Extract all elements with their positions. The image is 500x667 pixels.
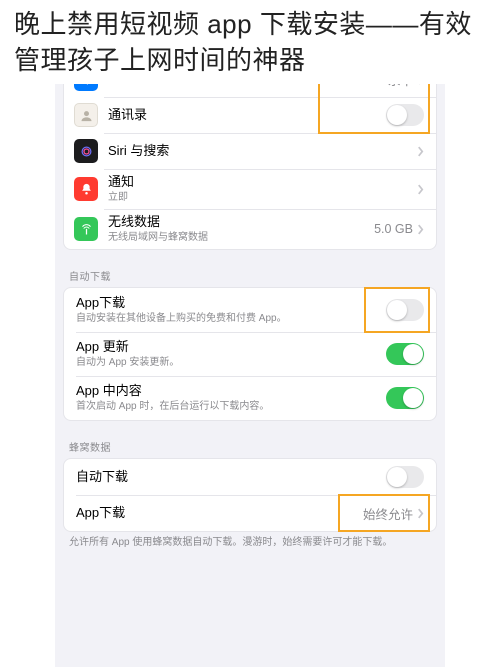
ios-settings-screenshot: 设置 App Store 允许 APP STORE 访问 位置 永不 通讯录 S…	[55, 0, 445, 667]
row-app-inapp[interactable]: App 中内容 首次启动 App 时，在后台运行以下载内容。	[64, 376, 436, 420]
section-footer-cellular: 允许所有 App 使用蜂窝数据自动下载。漫游时，始终需要许可才能下载。	[55, 532, 445, 558]
row-contacts-label: 通讯录	[108, 107, 386, 123]
row-cell-appdl-label: App下载	[76, 505, 363, 521]
row-notifications-label: 通知	[108, 174, 417, 190]
chevron-right-icon	[417, 508, 424, 519]
row-app-download-label: App下载	[76, 295, 386, 311]
row-app-update-label: App 更新	[76, 339, 386, 355]
row-cell-auto-label: 自动下载	[76, 469, 386, 485]
group-access: 位置 永不 通讯录 Siri 与搜索 通知 立即	[63, 61, 437, 250]
row-notifications-sub: 立即	[108, 191, 417, 204]
app-download-switch[interactable]	[386, 299, 424, 321]
row-app-update-sub: 自动为 App 安装更新。	[76, 356, 386, 369]
row-cellular-value: 5.0 GB	[374, 222, 413, 236]
row-app-inapp-label: App 中内容	[76, 383, 386, 399]
row-cellular[interactable]: 无线数据 无线局域网与蜂窝数据 5.0 GB	[64, 209, 436, 249]
app-inapp-switch[interactable]	[386, 387, 424, 409]
row-cell-appdl-value: 始终允许	[363, 504, 413, 523]
section-header-auto: 自动下载	[55, 250, 445, 287]
contacts-switch[interactable]	[386, 104, 424, 126]
row-siri-label: Siri 与搜索	[108, 143, 417, 159]
group-auto-download: App下载 自动安装在其他设备上购买的免费和付费 App。 App 更新 自动为…	[63, 287, 437, 421]
siri-icon	[74, 139, 98, 163]
row-app-download-sub: 自动安装在其他设备上购买的免费和付费 App。	[76, 312, 386, 325]
row-contacts[interactable]: 通讯录	[64, 97, 436, 133]
row-cellular-label: 无线数据	[108, 214, 374, 230]
row-cellular-sub: 无线局域网与蜂窝数据	[108, 231, 374, 244]
group-cellular: 自动下载 App下载 始终允许	[63, 458, 437, 532]
article-title: 晚上禁用短视频 app 下载安装——有效管理孩子上网时间的神器	[0, 0, 500, 84]
row-cell-auto[interactable]: 自动下载	[64, 459, 436, 495]
row-siri[interactable]: Siri 与搜索	[64, 133, 436, 169]
contacts-icon	[74, 103, 98, 127]
chevron-right-icon	[417, 146, 424, 157]
app-update-switch[interactable]	[386, 343, 424, 365]
section-header-cellular: 蜂窝数据	[55, 421, 445, 458]
cell-auto-switch[interactable]	[386, 466, 424, 488]
chevron-right-icon	[417, 224, 424, 235]
row-notifications[interactable]: 通知 立即	[64, 169, 436, 209]
bell-icon	[74, 177, 98, 201]
row-cell-appdl[interactable]: App下载 始终允许	[64, 495, 436, 531]
antenna-icon	[74, 217, 98, 241]
row-app-download[interactable]: App下载 自动安装在其他设备上购买的免费和付费 App。	[64, 288, 436, 332]
chevron-right-icon	[417, 184, 424, 195]
row-app-inapp-sub: 首次启动 App 时，在后台运行以下载内容。	[76, 400, 386, 413]
row-app-update[interactable]: App 更新 自动为 App 安装更新。	[64, 332, 436, 376]
